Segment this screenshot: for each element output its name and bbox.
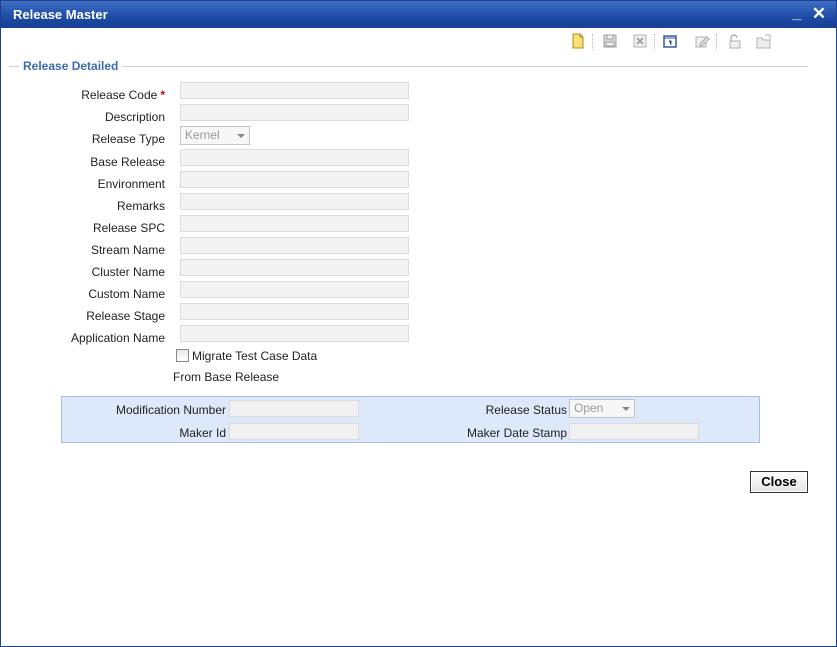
release-type-select[interactable]: Kernel <box>180 126 250 145</box>
release-stage-label: Release Stage <box>86 309 165 323</box>
section-divider <box>9 66 808 67</box>
title-bar: Release Master _ ✕ <box>1 1 836 28</box>
application-name-label: Application Name <box>70 331 165 345</box>
release-status-value: Open <box>574 401 604 415</box>
cluster-name-label: Cluster Name <box>91 265 165 279</box>
migrate-sub-label: From Base Release <box>173 370 280 384</box>
environment-input[interactable] <box>180 171 409 188</box>
new-icon[interactable] <box>570 33 586 49</box>
base-release-label: Base Release <box>90 155 165 169</box>
chevron-down-icon <box>622 407 630 411</box>
release-stage-input[interactable] <box>180 303 409 320</box>
release-code-input[interactable] <box>180 82 409 99</box>
open-icon[interactable] <box>756 33 772 49</box>
close-window-button[interactable]: ✕ <box>810 4 828 24</box>
custom-name-input[interactable] <box>180 281 409 298</box>
release-spc-input[interactable] <box>180 215 409 232</box>
base-release-input[interactable] <box>180 149 409 166</box>
release-status-label: Release Status <box>485 403 567 417</box>
toolbar <box>570 33 800 53</box>
description-input[interactable] <box>180 104 409 121</box>
section-title: Release Detailed <box>19 59 123 73</box>
release-type-value: Kernel <box>185 128 220 142</box>
audit-panel: Modification Number Release Status Open … <box>61 396 760 443</box>
release-code-label: Release Code * <box>81 88 165 102</box>
environment-label: Environment <box>97 177 165 191</box>
save-icon[interactable] <box>602 33 618 49</box>
toolbar-separator <box>592 34 594 50</box>
stream-name-input[interactable] <box>180 237 409 254</box>
modification-number-label: Modification Number <box>115 403 226 417</box>
section-header: Release Detailed <box>9 59 808 73</box>
migrate-test-case-checkbox[interactable] <box>176 349 189 362</box>
maker-id-label: Maker Id <box>179 426 226 440</box>
release-type-label: Release Type <box>91 132 165 146</box>
maker-id-input[interactable] <box>229 423 359 440</box>
remarks-input[interactable] <box>180 193 409 210</box>
remarks-label: Remarks <box>116 199 165 213</box>
toolbar-separator <box>716 34 718 50</box>
release-status-select[interactable]: Open <box>569 399 635 418</box>
maker-date-stamp-label: Maker Date Stamp <box>466 426 567 440</box>
custom-name-label: Custom Name <box>88 287 165 301</box>
close-button[interactable]: Close <box>750 471 808 493</box>
description-label: Description <box>104 110 165 124</box>
modification-number-input[interactable] <box>229 400 359 417</box>
minimize-button[interactable]: _ <box>788 4 806 24</box>
cluster-name-input[interactable] <box>180 259 409 276</box>
release-spc-label: Release SPC <box>92 221 165 235</box>
toolbar-separator <box>654 34 656 50</box>
copy-icon[interactable] <box>662 33 678 49</box>
migrate-label: Migrate Test Case Data <box>192 349 318 363</box>
delete-icon[interactable] <box>632 33 648 49</box>
required-mark: * <box>160 88 165 102</box>
maker-date-stamp-input[interactable] <box>569 423 699 440</box>
application-name-input[interactable] <box>180 325 409 342</box>
window-title: Release Master <box>13 7 108 22</box>
stream-name-label: Stream Name <box>90 243 165 257</box>
chevron-down-icon <box>237 134 245 138</box>
authorize-icon[interactable] <box>726 33 742 49</box>
unlock-edit-icon[interactable] <box>694 33 710 49</box>
release-master-window: Release Master _ ✕ Release Detailed Rele… <box>0 0 837 647</box>
